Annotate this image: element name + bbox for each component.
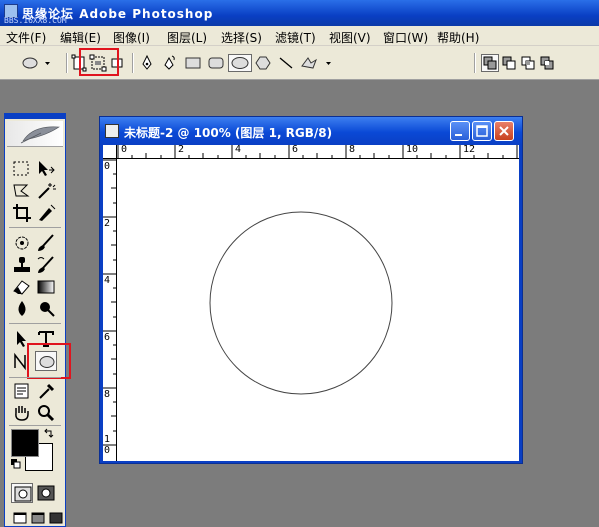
maximize-button[interactable] <box>472 121 492 141</box>
pen-icon[interactable] <box>138 54 156 72</box>
menu-view[interactable]: 视图(V) <box>329 29 371 46</box>
minimize-button[interactable] <box>450 121 470 141</box>
ellipse-tool-highlight <box>27 343 71 379</box>
zoom-tool-icon[interactable] <box>35 403 57 423</box>
combine-mode-intersect-icon[interactable] <box>519 54 537 72</box>
document-icon <box>105 124 119 138</box>
lasso-tool-icon[interactable] <box>11 181 33 201</box>
menu-filter[interactable]: 滤镜(T) <box>275 29 316 46</box>
options-separator <box>474 53 476 73</box>
foreground-color-swatch[interactable] <box>11 429 39 457</box>
menu-edit[interactable]: 编辑(E) <box>60 29 101 46</box>
line-icon[interactable] <box>277 54 295 72</box>
menu-window[interactable]: 窗口(W) <box>383 29 428 46</box>
options-separator <box>66 53 68 73</box>
move-tool-icon[interactable] <box>35 159 57 179</box>
options-separator <box>132 53 134 73</box>
toolbox-separator <box>9 323 61 324</box>
ellipse-preset-icon <box>22 57 50 69</box>
crop-tool-icon[interactable] <box>11 203 33 223</box>
close-button[interactable] <box>494 121 514 141</box>
ruler-label: 0 <box>104 161 111 172</box>
marquee-tool-icon[interactable] <box>11 159 33 179</box>
ellipse-icon[interactable] <box>228 54 252 72</box>
watermark-text: BBS.16XX8.COM <box>4 16 67 25</box>
ruler-label: 2 <box>104 218 111 229</box>
ruler-label: 2 <box>178 144 185 155</box>
brush-tool-icon[interactable] <box>35 233 57 253</box>
toolbox-palette <box>4 113 71 527</box>
eraser-tool-icon[interactable] <box>11 277 33 297</box>
rectangle-icon[interactable] <box>184 54 202 72</box>
polygon-icon[interactable] <box>254 54 272 72</box>
vertical-ruler[interactable]: 0 2 4 6 8 1 0 <box>103 159 117 461</box>
gradient-tool-icon[interactable] <box>35 277 57 297</box>
horizontal-ruler[interactable]: 0 2 4 6 8 10 12 <box>117 145 519 159</box>
options-bar <box>0 46 599 80</box>
quick-mask-mode-icon[interactable] <box>35 483 57 503</box>
canvas-drawing <box>209 211 393 395</box>
full-screen-mode-icon[interactable] <box>45 509 63 527</box>
magic-wand-tool-icon[interactable] <box>35 181 57 201</box>
image-canvas[interactable] <box>118 160 519 461</box>
ruler-label: 0 <box>121 144 128 155</box>
toolbox-separator <box>9 377 61 378</box>
combine-mode-exclude-icon[interactable] <box>538 54 556 72</box>
clone-stamp-tool-icon[interactable] <box>11 255 33 275</box>
toolbox-separator <box>9 227 61 228</box>
full-screen-menu-mode-icon[interactable] <box>27 509 45 527</box>
ruler-label: 8 <box>104 389 111 400</box>
menu-help[interactable]: 帮助(H) <box>437 29 479 46</box>
combine-mode-subtract-icon[interactable] <box>500 54 518 72</box>
ruler-origin[interactable] <box>103 145 117 159</box>
menu-layer[interactable]: 图层(L) <box>167 29 207 46</box>
toolbox-separator <box>9 425 61 426</box>
dodge-tool-icon[interactable] <box>35 299 57 319</box>
rounded-rectangle-icon[interactable] <box>207 54 225 72</box>
document-body: 0 2 4 6 8 10 12 0 2 4 6 8 1 0 <box>103 145 519 461</box>
ruler-label: 12 <box>463 144 476 155</box>
vertical-ruler-ticks <box>103 159 117 446</box>
document-title: 未标题-2 @ 100% (图层 1, RGB/8) <box>124 126 333 140</box>
menu-file[interactable]: 文件(F) <box>6 29 46 46</box>
notes-tool-icon[interactable] <box>11 381 33 401</box>
paths-mode-highlight <box>79 48 119 76</box>
document-titlebar[interactable]: 未标题-2 @ 100% (图层 1, RGB/8) <box>100 117 522 145</box>
ruler-label: 4 <box>104 275 111 286</box>
freeform-pen-icon[interactable] <box>161 54 179 72</box>
ruler-label: 6 <box>292 144 299 155</box>
ruler-label: 4 <box>235 144 242 155</box>
eyedropper-tool-icon[interactable] <box>35 381 57 401</box>
standard-screen-mode-icon[interactable] <box>9 509 27 527</box>
toolbox-header[interactable] <box>7 121 63 147</box>
app-titlebar: 思缘论坛 Adobe Photoshop BBS.16XX8.COM <box>0 0 599 26</box>
tool-preset-picker[interactable] <box>20 54 52 72</box>
ruler-label: 10 <box>406 144 419 155</box>
ellipse-path[interactable] <box>209 211 393 395</box>
feather-logo-icon <box>20 126 60 144</box>
default-colors-icon[interactable] <box>11 459 21 469</box>
combine-mode-add-icon[interactable] <box>481 54 499 72</box>
standard-mode-icon[interactable] <box>11 483 33 503</box>
menu-image[interactable]: 图像(I) <box>113 29 150 46</box>
close-icon <box>499 126 509 136</box>
history-brush-tool-icon[interactable] <box>35 255 57 275</box>
ruler-label: 0 <box>104 445 111 456</box>
ruler-label: 6 <box>104 332 111 343</box>
menu-bar: 文件(F) 编辑(E) 图像(I) 图层(L) 选择(S) 滤镜(T) 视图(V… <box>0 26 599 46</box>
custom-shape-icon[interactable] <box>299 54 333 72</box>
app-title-name: Adobe Photoshop <box>79 7 214 21</box>
blur-tool-icon[interactable] <box>11 299 33 319</box>
hand-tool-icon[interactable] <box>11 403 33 423</box>
document-window: 未标题-2 @ 100% (图层 1, RGB/8) 0 2 4 6 8 10 … <box>99 116 523 464</box>
swap-colors-icon[interactable] <box>43 428 55 440</box>
ruler-label: 1 <box>104 434 111 445</box>
ruler-label: 8 <box>349 144 356 155</box>
menu-select[interactable]: 选择(S) <box>221 29 262 46</box>
maximize-icon <box>476 125 488 137</box>
healing-brush-tool-icon[interactable] <box>11 233 33 253</box>
minimize-icon <box>455 134 462 136</box>
slice-tool-icon[interactable] <box>35 203 57 223</box>
